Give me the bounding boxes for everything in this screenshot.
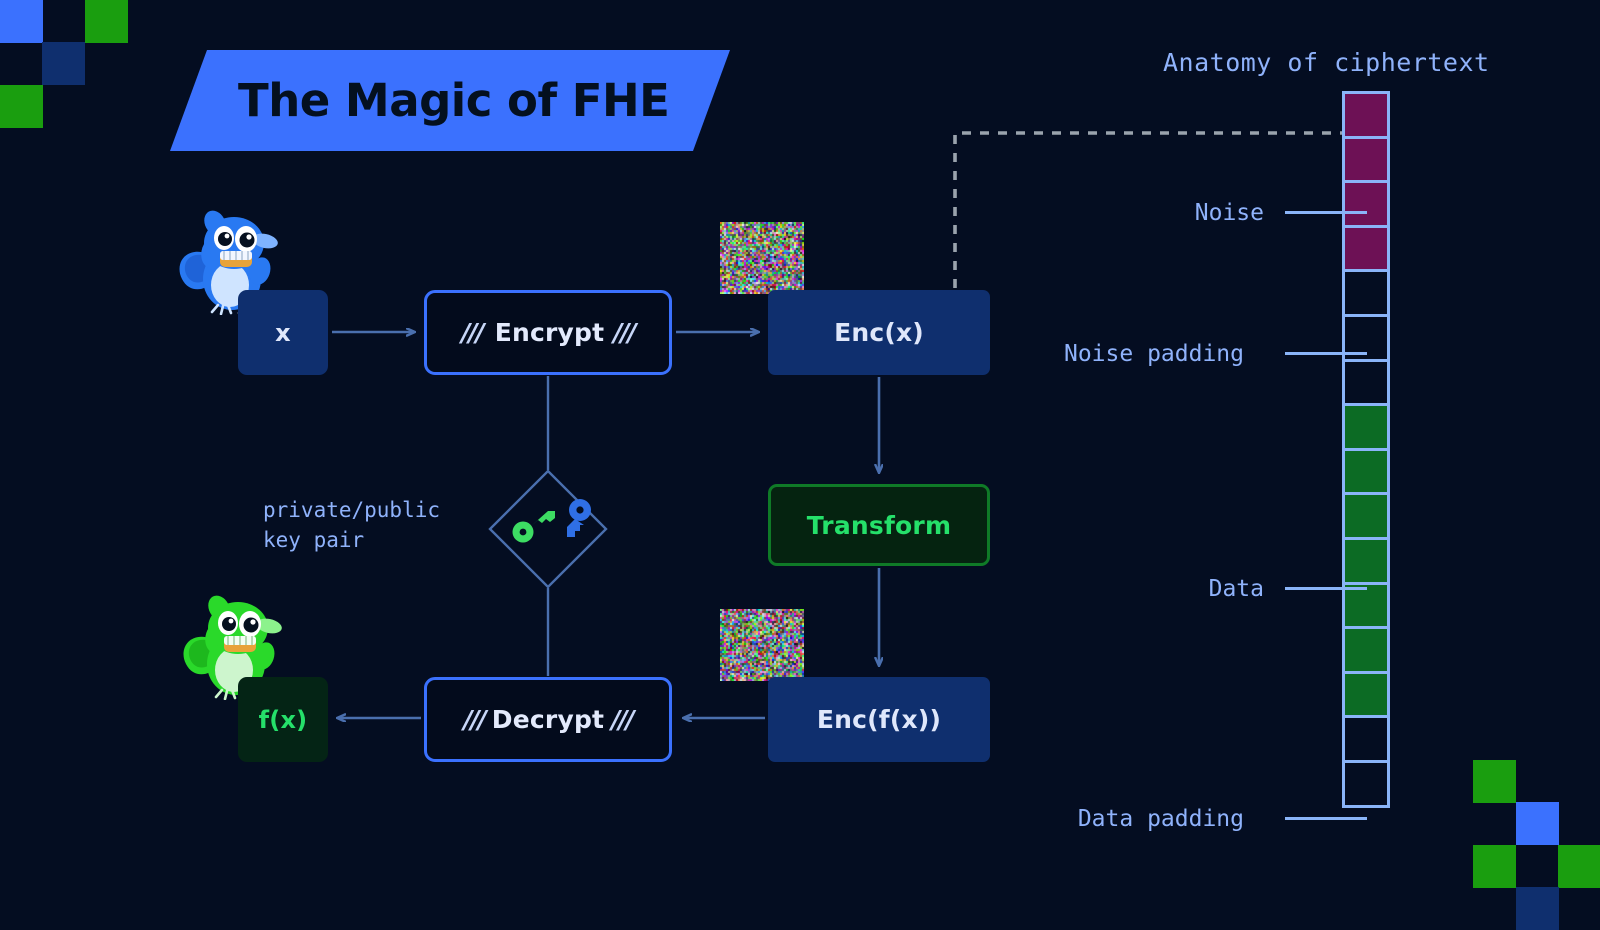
keypair-label-line1: private/public (263, 495, 488, 525)
ciphertext-cell-data (1342, 671, 1390, 719)
deco-square-4 (1516, 887, 1559, 930)
ciphertext-cell-noise-padding (1342, 269, 1390, 317)
ciphertext-cell-noise (1342, 91, 1390, 139)
node-x-label: x (275, 319, 291, 347)
slash-decor-left: /// (461, 318, 482, 347)
ciphertext-cell-noise (1342, 225, 1390, 273)
page-title: The Magic of FHE (238, 74, 669, 127)
node-encrypt[interactable]: /// Encrypt /// (424, 290, 672, 375)
ciphertext-cell-data (1342, 626, 1390, 674)
anatomy-title: Anatomy of ciphertext (1163, 48, 1490, 77)
public-key-icon (567, 499, 591, 537)
node-decrypt[interactable]: /// Decrypt /// (424, 677, 672, 762)
keypair-diamond (490, 471, 606, 587)
keypair-label: private/public key pair (263, 495, 488, 555)
label-noise-padding: Noise padding (700, 341, 1244, 367)
node-encrypt-label: Encrypt (495, 318, 605, 347)
node-x[interactable]: x (238, 290, 328, 375)
node-transform-label: Transform (807, 511, 951, 540)
deco-square-1 (1516, 802, 1559, 845)
node-fx[interactable]: f(x) (238, 677, 328, 762)
ciphertext-cell-noise-padding (1342, 359, 1390, 407)
node-fx-label: f(x) (259, 706, 308, 734)
static-noise-tile-top (720, 222, 804, 294)
leader-noise-padding (1285, 352, 1367, 355)
ciphertext-column (1342, 91, 1390, 808)
slash-decor-left-2: /// (463, 705, 484, 734)
ciphertext-cell-data (1342, 448, 1390, 496)
node-transform[interactable]: Transform (768, 484, 990, 566)
ciphertext-cell-noise (1342, 136, 1390, 184)
slash-decor-right: /// (613, 318, 634, 347)
deco-square-2 (1473, 845, 1516, 888)
node-enc-fx[interactable]: Enc(f(x)) (768, 677, 990, 762)
slash-decor-right-2: /// (611, 705, 632, 734)
label-data-padding: Data padding (700, 806, 1244, 832)
label-data: Data (880, 576, 1264, 602)
ciphertext-cell-data (1342, 492, 1390, 540)
label-noise: Noise (880, 200, 1264, 226)
ciphertext-cell-data-padding (1342, 715, 1390, 763)
private-key-icon (513, 511, 556, 543)
ciphertext-cell-data (1342, 537, 1390, 585)
ciphertext-cell-data (1342, 403, 1390, 451)
ciphertext-cell-noise (1342, 180, 1390, 228)
node-decrypt-label: Decrypt (492, 705, 604, 734)
leader-data-padding (1285, 817, 1367, 820)
deco-square-1 (85, 0, 128, 43)
keypair-label-line2: key pair (263, 525, 488, 555)
leader-noise (1285, 211, 1367, 214)
deco-square-3 (0, 85, 43, 128)
leader-data (1285, 587, 1367, 590)
diagram-canvas: The Magic of FHE x /// Encrypt /// Enc(x… (0, 0, 1600, 929)
node-enc-fx-label: Enc(f(x)) (817, 705, 941, 734)
deco-square-2 (42, 42, 85, 85)
static-noise-tile-bottom (720, 609, 804, 681)
deco-square-0 (1473, 760, 1516, 803)
deco-square-0 (0, 0, 43, 43)
ciphertext-cell-data-padding (1342, 760, 1390, 808)
deco-square-3 (1558, 845, 1600, 888)
title-banner: The Magic of FHE (170, 50, 730, 151)
